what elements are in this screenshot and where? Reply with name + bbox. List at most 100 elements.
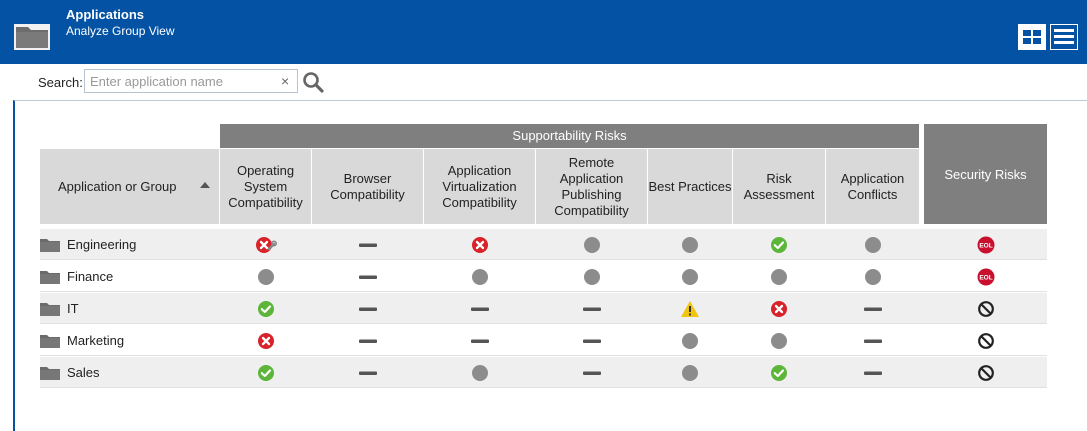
list-view-button[interactable] <box>1050 24 1078 50</box>
clear-search-icon[interactable]: × <box>281 73 289 89</box>
check-circle-icon <box>257 364 274 381</box>
search-input[interactable] <box>84 69 298 93</box>
security-cell[interactable]: EOL <box>924 261 1047 292</box>
status-cell[interactable] <box>312 325 423 356</box>
column-header-label: Application Conflicts <box>840 170 905 202</box>
svg-text:EOL: EOL <box>979 274 992 281</box>
status-cell[interactable] <box>536 325 647 356</box>
no-entry-icon <box>977 332 994 349</box>
dash-icon <box>358 243 377 247</box>
column-header-6[interactable]: Application Conflicts <box>826 149 919 224</box>
status-cell[interactable] <box>648 325 732 356</box>
table-row[interactable]: IT <box>40 293 1047 324</box>
status-cell[interactable] <box>536 357 647 388</box>
security-cell[interactable] <box>924 325 1047 356</box>
dash-icon <box>358 307 377 311</box>
app-header: Applications Analyze Group View <box>0 0 1087 64</box>
security-cell[interactable]: EOL <box>924 229 1047 260</box>
status-cell[interactable] <box>648 293 732 324</box>
status-cell[interactable] <box>424 293 535 324</box>
x-circle-icon <box>771 300 787 317</box>
check-circle-icon <box>771 364 787 381</box>
search-label: Search: <box>38 75 83 90</box>
status-cell[interactable] <box>733 325 825 356</box>
row-label[interactable]: Marketing <box>67 333 124 348</box>
page-subtitle: Analyze Group View <box>66 24 175 38</box>
gray-dot-icon <box>682 268 698 285</box>
table-row[interactable]: Marketing <box>40 325 1047 356</box>
app-column-header[interactable]: Application or Group <box>40 149 219 224</box>
no-entry-icon <box>977 300 994 317</box>
gray-dot-icon <box>583 236 600 253</box>
supportability-risks-header: Supportability Risks <box>220 124 919 148</box>
column-header-2[interactable]: Application Virtualization Compatibility <box>424 149 535 224</box>
gray-dot-icon <box>864 268 881 285</box>
dash-icon <box>358 339 377 343</box>
status-cell[interactable] <box>312 357 423 388</box>
gray-dot-icon <box>682 364 698 381</box>
status-cell[interactable] <box>648 261 732 292</box>
gray-dot-icon <box>682 236 698 253</box>
sort-ascending-icon[interactable] <box>200 182 210 188</box>
status-cell[interactable] <box>536 229 647 260</box>
svg-text:EOL: EOL <box>979 242 992 249</box>
status-cell[interactable] <box>220 261 311 292</box>
dash-icon <box>358 371 377 375</box>
status-cell[interactable] <box>826 357 919 388</box>
table-row[interactable]: Engineering EOL <box>40 229 1047 260</box>
status-cell[interactable] <box>312 229 423 260</box>
security-cell[interactable] <box>924 357 1047 388</box>
status-cell[interactable] <box>733 229 825 260</box>
row-label[interactable]: IT <box>67 301 79 316</box>
column-header-label: Application Virtualization Compatibility <box>442 162 517 210</box>
status-cell[interactable] <box>536 261 647 292</box>
gray-dot-icon <box>583 268 600 285</box>
folder-icon <box>40 367 60 380</box>
page-title: Applications <box>66 7 145 22</box>
status-cell[interactable] <box>424 229 535 260</box>
row-label[interactable]: Engineering <box>67 237 136 252</box>
search-icon[interactable] <box>301 70 325 94</box>
security-cell[interactable] <box>924 293 1047 324</box>
status-cell[interactable] <box>826 293 919 324</box>
status-cell[interactable] <box>424 357 535 388</box>
column-header-label: Operating System Compatibility <box>228 162 303 210</box>
security-risks-label: Security Risks <box>944 166 1027 182</box>
app-column-label: Application or Group <box>58 179 177 194</box>
column-header-5[interactable]: Risk Assessment <box>733 149 825 224</box>
status-cell[interactable] <box>648 357 732 388</box>
status-cell[interactable] <box>826 261 919 292</box>
status-cell[interactable] <box>733 357 825 388</box>
status-cell[interactable] <box>424 325 535 356</box>
status-cell[interactable] <box>826 325 919 356</box>
row-label[interactable]: Sales <box>67 365 100 380</box>
status-cell[interactable] <box>312 293 423 324</box>
column-header-0[interactable]: Operating System Compatibility <box>220 149 311 224</box>
status-cell[interactable] <box>220 293 311 324</box>
grid-view-button[interactable] <box>1018 24 1046 50</box>
dash-icon <box>582 307 601 311</box>
status-cell[interactable] <box>826 229 919 260</box>
status-cell[interactable] <box>220 325 311 356</box>
dash-icon <box>470 339 489 343</box>
column-header-1[interactable]: Browser Compatibility <box>312 149 423 224</box>
status-cell[interactable] <box>733 293 825 324</box>
x-circle-icon <box>257 332 274 349</box>
status-cell[interactable] <box>220 229 311 260</box>
eol-badge-icon: EOL <box>977 236 994 253</box>
status-cell[interactable] <box>536 293 647 324</box>
grid-view-icon <box>1023 30 1041 44</box>
column-header-4[interactable]: Best Practices <box>648 149 732 224</box>
no-entry-icon <box>977 364 994 381</box>
table-row[interactable]: Sales <box>40 357 1047 388</box>
status-cell[interactable] <box>312 261 423 292</box>
row-label[interactable]: Finance <box>67 269 113 284</box>
gray-dot-icon <box>771 332 787 349</box>
status-cell[interactable] <box>220 357 311 388</box>
column-header-3[interactable]: Remote Application Publishing Compatibil… <box>536 149 647 224</box>
status-cell[interactable] <box>424 261 535 292</box>
warning-triangle-icon <box>681 300 699 317</box>
table-row[interactable]: Finance EOL <box>40 261 1047 292</box>
status-cell[interactable] <box>733 261 825 292</box>
status-cell[interactable] <box>648 229 732 260</box>
